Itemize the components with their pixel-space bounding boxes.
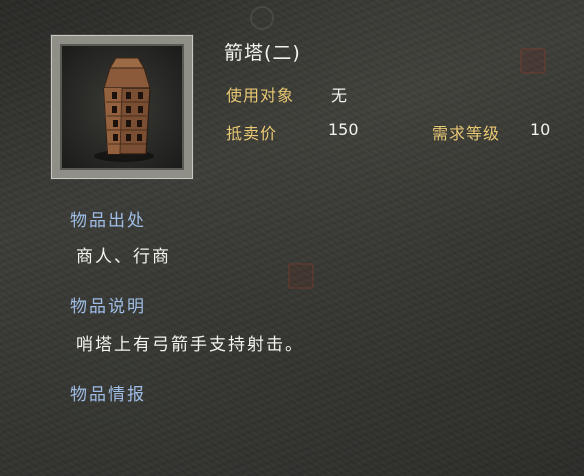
map-marker-icon — [250, 6, 274, 30]
item-source-heading: 物品出处 — [70, 211, 146, 231]
required-level-label: 需求等级 — [432, 124, 501, 143]
sell-price-value: 150 — [328, 120, 359, 139]
item-description-heading: 物品说明 — [70, 297, 146, 317]
sell-price-label: 抵卖价 — [226, 124, 278, 143]
arrow-tower-icon — [94, 57, 154, 162]
map-marker-faded — [250, 6, 274, 30]
item-source-text: 商人、行商 — [76, 247, 171, 267]
use-target-label: 使用对象 — [226, 86, 295, 105]
item-name: 箭塔(二) — [224, 42, 301, 64]
item-portrait-frame — [51, 35, 193, 179]
town-seal-icon — [288, 263, 314, 289]
use-target-value: 无 — [331, 86, 348, 105]
town-seal-icon — [520, 48, 546, 74]
item-description-text: 哨塔上有弓箭手支持射击。 — [76, 335, 304, 355]
item-intel-heading: 物品情报 — [70, 385, 146, 405]
map-town-marker-faded-2 — [520, 48, 546, 74]
required-level-value: 10 — [530, 120, 551, 139]
map-town-marker-faded — [288, 263, 320, 289]
